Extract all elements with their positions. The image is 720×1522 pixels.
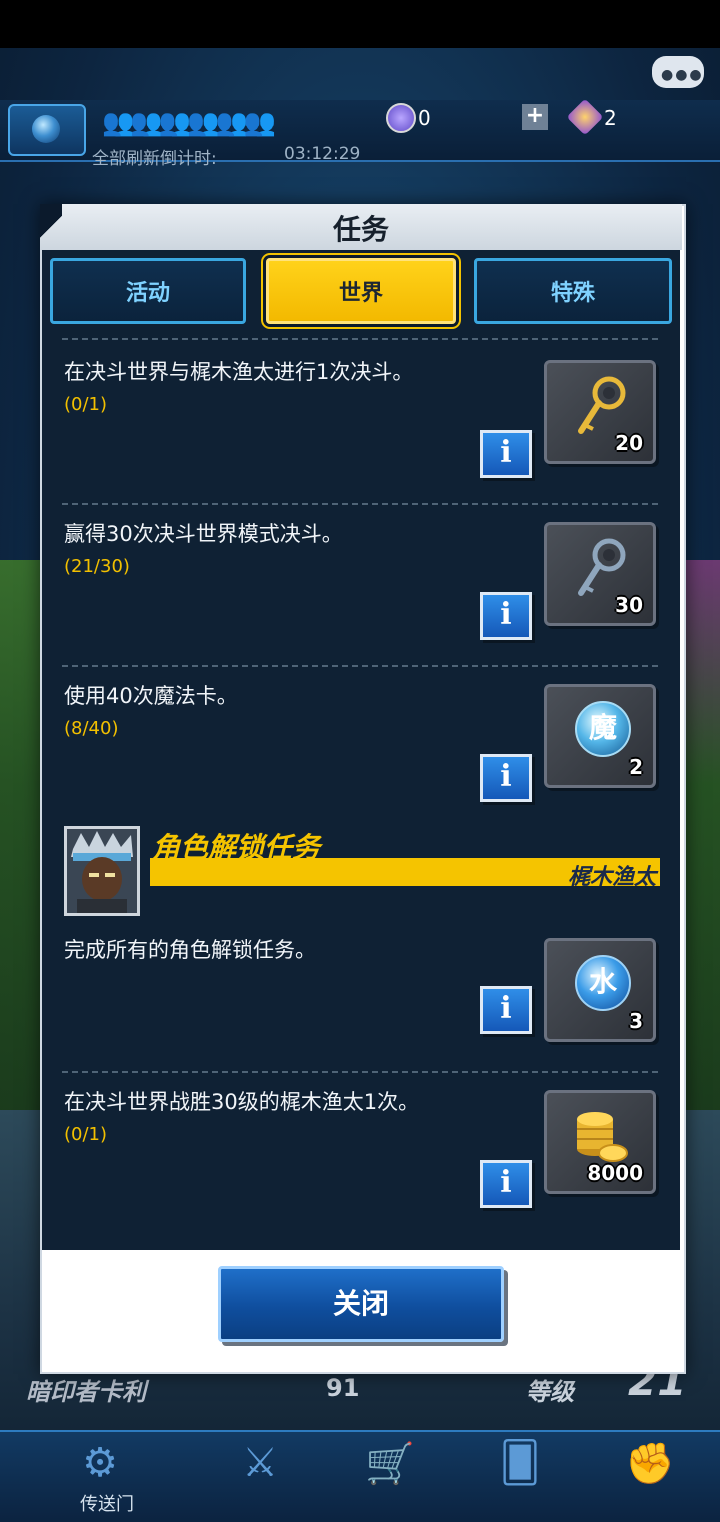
nav-shop-icon[interactable]: 🛒: [330, 1440, 450, 1516]
chat-bubble-icon: ●●●: [661, 67, 704, 83]
info-button[interactable]: i: [480, 430, 532, 478]
mission-title: 使用40次魔法卡。: [64, 684, 238, 708]
divider: [62, 338, 658, 340]
mission-progress: (8/40): [64, 718, 119, 739]
character-name: 梶木渔太: [567, 865, 656, 890]
reward-count: 8000: [587, 1161, 643, 1185]
gem-icon: [386, 103, 416, 133]
player-number: 91: [326, 1374, 360, 1402]
nav-guild-icon[interactable]: ✊: [590, 1440, 710, 1516]
divider: [62, 503, 658, 505]
add-currency-button[interactable]: +: [522, 104, 548, 130]
reward-item[interactable]: 8000: [544, 1090, 656, 1194]
reward-count: 20: [615, 431, 643, 455]
gold-key-icon: [578, 376, 626, 434]
mission-title: 赢得30次决斗世界模式决斗。: [64, 522, 343, 546]
silver-key-icon: [578, 538, 626, 596]
close-button[interactable]: 关闭: [218, 1266, 504, 1342]
mission-title: 在决斗世界与梶木渔太进行1次决斗。: [64, 360, 414, 384]
reward-item[interactable]: 30: [544, 522, 656, 626]
info-button[interactable]: i: [480, 986, 532, 1034]
tab-label: 特殊: [550, 281, 595, 306]
refresh-countdown-label: 全部刷新倒计时:: [92, 149, 217, 169]
nav-duel-icon[interactable]: ⚔: [200, 1440, 320, 1516]
character-unlock-heading: 角色解锁任务: [152, 831, 321, 864]
mission-progress: (0/1): [64, 394, 108, 415]
level-label: 等级: [526, 1378, 574, 1406]
refresh-countdown-time: 03:12:29: [284, 144, 361, 164]
magic-orb-icon: 魔: [575, 701, 631, 757]
info-button[interactable]: i: [480, 592, 532, 640]
tab-label: 世界: [338, 281, 383, 306]
tab-event[interactable]: 活动: [50, 258, 246, 324]
tab-special[interactable]: 特殊: [474, 258, 672, 324]
globe-icon: [32, 115, 60, 143]
background-trees-right: [680, 560, 720, 1120]
reward-item[interactable]: 水 3: [544, 938, 656, 1042]
mission-progress: (0/1): [64, 1124, 108, 1145]
divider: [62, 1071, 658, 1073]
mission-title: 在决斗世界战胜30级的梶木渔太1次。: [64, 1090, 420, 1114]
nav-deck-icon[interactable]: 🂠: [460, 1440, 580, 1516]
reward-count: 30: [615, 593, 643, 617]
tab-label: 活动: [125, 281, 170, 306]
tab-world[interactable]: 世界: [266, 258, 456, 324]
dialog-title: 任务: [332, 213, 389, 246]
crystal-count: 2: [604, 106, 617, 130]
divider: [62, 665, 658, 667]
reward-count: 3: [629, 1009, 643, 1033]
world-map-button[interactable]: [8, 104, 86, 156]
mission-title: 完成所有的角色解锁任务。: [64, 938, 316, 962]
reward-count: 2: [629, 755, 643, 779]
chat-button[interactable]: ●●●: [652, 56, 704, 88]
reward-item[interactable]: 魔 2: [544, 684, 656, 788]
status-bar: [0, 0, 720, 48]
character-portrait: [64, 826, 140, 916]
reward-item[interactable]: 20: [544, 360, 656, 464]
info-button[interactable]: i: [480, 754, 532, 802]
gold-coins-icon: [577, 1112, 628, 1162]
nav-portal-label: 传送门: [80, 1494, 134, 1515]
water-orb-icon: 水: [575, 955, 631, 1011]
info-button[interactable]: i: [480, 1160, 532, 1208]
gem-count: 0: [418, 106, 431, 130]
player-slots-icon: 👥👥👥👥👥👥: [102, 108, 276, 138]
player-name: 暗印者卡利: [26, 1378, 146, 1406]
mission-progress: (21/30): [64, 556, 130, 577]
